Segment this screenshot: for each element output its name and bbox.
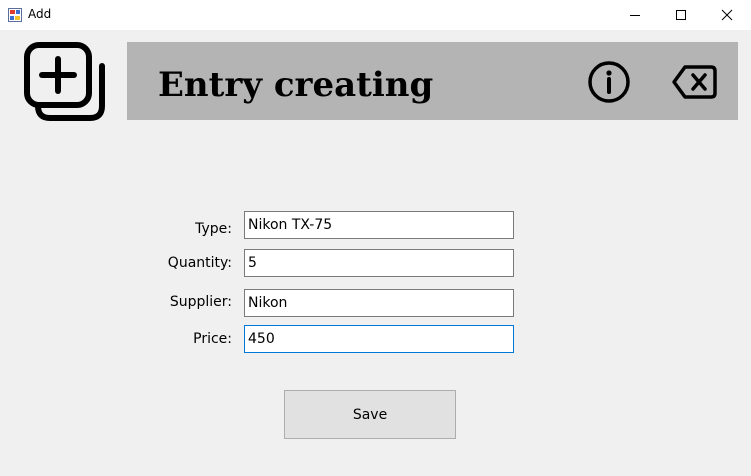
type-field[interactable]: [244, 211, 514, 239]
backspace-clear-icon[interactable]: [671, 64, 717, 100]
type-label: Type:: [195, 221, 232, 237]
maximize-icon: [676, 10, 686, 20]
window-title: Add: [28, 7, 52, 21]
price-label: Price:: [193, 331, 232, 347]
app-window-icon: [8, 8, 22, 22]
quantity-field[interactable]: [244, 249, 514, 277]
price-field[interactable]: [244, 325, 514, 353]
minimize-button[interactable]: [612, 0, 658, 30]
quantity-label: Quantity:: [167, 255, 232, 271]
info-icon[interactable]: [587, 60, 631, 104]
supplier-field[interactable]: [244, 289, 514, 317]
page-title: Entry creating: [158, 65, 434, 105]
title-bar[interactable]: Add: [0, 0, 751, 30]
maximize-button[interactable]: [658, 0, 704, 30]
add-copy-icon: [24, 42, 105, 121]
minimize-icon: [630, 15, 640, 16]
close-icon: [721, 9, 733, 21]
supplier-label: Supplier:: [169, 294, 232, 310]
close-window-button[interactable]: [704, 0, 750, 30]
header-panel: Entry creating: [127, 42, 738, 120]
save-button[interactable]: Save: [284, 390, 456, 439]
